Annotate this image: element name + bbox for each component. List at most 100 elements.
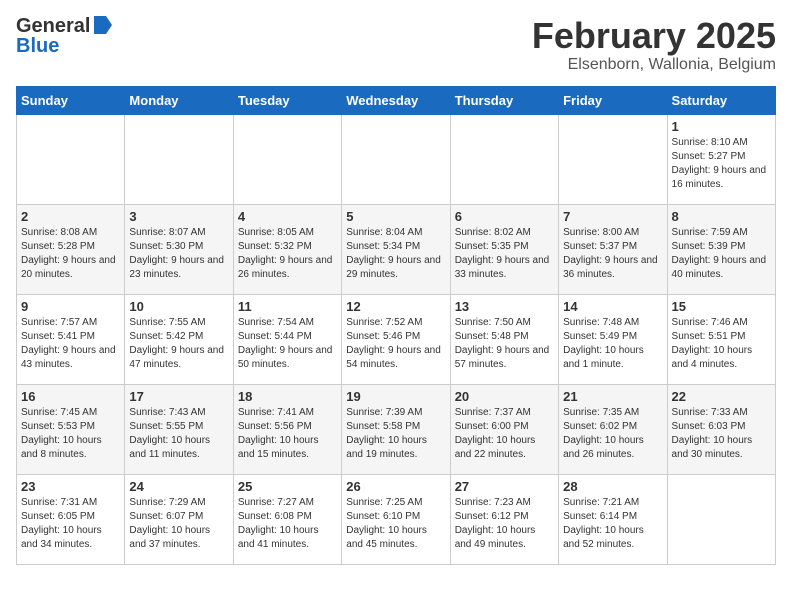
header-saturday: Saturday (667, 86, 775, 114)
day-number: 23 (21, 479, 120, 494)
day-info: Sunrise: 7:41 AM Sunset: 5:56 PM Dayligh… (238, 406, 337, 462)
day-info: Sunrise: 8:04 AM Sunset: 5:34 PM Dayligh… (346, 226, 445, 282)
table-row: 1 Sunrise: 8:10 AM Sunset: 5:27 PM Daylig… (667, 114, 775, 204)
table-row: 25Sunrise: 7:27 AM Sunset: 6:08 PM Dayli… (233, 474, 341, 564)
calendar-title: February 2025 (532, 16, 776, 56)
table-row: 28 Sunrise: 7:21 AM Sunset: 6:14 PM Dayli… (559, 474, 667, 564)
table-row (233, 114, 341, 204)
table-row: 18 Sunrise: 7:41 AM Sunset: 5:56 PM Dayli… (233, 384, 341, 474)
table-row: 26Sunrise: 7:25 AM Sunset: 6:10 PM Dayli… (342, 474, 450, 564)
day-info: Sunrise: 7:57 AM Sunset: 5:41 PM Dayligh… (21, 316, 120, 372)
day-number: 27 (455, 479, 554, 494)
logo-icon (92, 14, 114, 36)
table-row (342, 114, 450, 204)
calendar-table: Sunday Monday Tuesday Wednesday Thursday… (16, 86, 776, 565)
header-friday: Friday (559, 86, 667, 114)
logo: General Blue (16, 16, 114, 56)
table-row: 27 Sunrise: 7:23 AM Sunset: 6:12 PM Dayli… (450, 474, 558, 564)
header-tuesday: Tuesday (233, 86, 341, 114)
day-number: 11 (238, 299, 337, 314)
day-number: 15 (672, 299, 771, 314)
table-row: 20 Sunrise: 7:37 AM Sunset: 6:00 PM Dayli… (450, 384, 558, 474)
day-info: Sunrise: 7:52 AM Sunset: 5:46 PM Dayligh… (346, 316, 445, 372)
day-info: Sunrise: 7:29 AM Sunset: 6:07 PM Dayligh… (129, 496, 228, 552)
day-number: 10 (129, 299, 228, 314)
day-number: 3 (129, 209, 228, 224)
day-info: Sunrise: 7:46 AM Sunset: 5:51 PM Dayligh… (672, 316, 771, 372)
day-info: Sunrise: 7:21 AM Sunset: 6:14 PM Dayligh… (563, 496, 662, 552)
header-wednesday: Wednesday (342, 86, 450, 114)
table-row: 12 Sunrise: 7:52 AM Sunset: 5:46 PM Dayli… (342, 294, 450, 384)
day-info: Sunrise: 8:05 AM Sunset: 5:32 PM Dayligh… (238, 226, 337, 282)
day-number: 8 (672, 209, 771, 224)
day-number: 12 (346, 299, 445, 314)
table-row (667, 474, 775, 564)
day-info: Sunrise: 7:23 AM Sunset: 6:12 PM Dayligh… (455, 496, 554, 552)
calendar-week-row: 1 Sunrise: 8:10 AM Sunset: 5:27 PM Daylig… (17, 114, 776, 204)
table-row: 14 Sunrise: 7:48 AM Sunset: 5:49 PM Dayli… (559, 294, 667, 384)
table-row: 10 Sunrise: 7:55 AM Sunset: 5:42 PM Dayli… (125, 294, 233, 384)
table-row: 19 Sunrise: 7:39 AM Sunset: 5:58 PM Dayli… (342, 384, 450, 474)
day-number: 4 (238, 209, 337, 224)
day-number: 22 (672, 389, 771, 404)
day-number: 20 (455, 389, 554, 404)
day-info: Sunrise: 7:55 AM Sunset: 5:42 PM Dayligh… (129, 316, 228, 372)
day-info: Sunrise: 7:43 AM Sunset: 5:55 PM Dayligh… (129, 406, 228, 462)
day-number: 18 (238, 389, 337, 404)
day-number: 13 (455, 299, 554, 314)
day-number: 28 (563, 479, 662, 494)
table-row (125, 114, 233, 204)
day-info: Sunrise: 7:45 AM Sunset: 5:53 PM Dayligh… (21, 406, 120, 462)
table-row: 6 Sunrise: 8:02 AM Sunset: 5:35 PM Daylig… (450, 204, 558, 294)
day-info: Sunrise: 8:07 AM Sunset: 5:30 PM Dayligh… (129, 226, 228, 282)
day-info: Sunrise: 7:50 AM Sunset: 5:48 PM Dayligh… (455, 316, 554, 372)
day-number: 6 (455, 209, 554, 224)
table-row: 21Sunrise: 7:35 AM Sunset: 6:02 PM Dayli… (559, 384, 667, 474)
day-info: Sunrise: 7:33 AM Sunset: 6:03 PM Dayligh… (672, 406, 771, 462)
table-row: 9Sunrise: 7:57 AM Sunset: 5:41 PM Daylig… (17, 294, 125, 384)
day-number: 26 (346, 479, 445, 494)
day-number: 19 (346, 389, 445, 404)
page-header: General Blue February 2025 Elsenborn, Wa… (16, 16, 776, 74)
header-sunday: Sunday (17, 86, 125, 114)
day-info: Sunrise: 8:10 AM Sunset: 5:27 PM Dayligh… (672, 136, 771, 192)
logo-blue-text: Blue (16, 36, 59, 56)
day-info: Sunrise: 7:59 AM Sunset: 5:39 PM Dayligh… (672, 226, 771, 282)
day-number: 5 (346, 209, 445, 224)
table-row (450, 114, 558, 204)
calendar-week-row: 16 Sunrise: 7:45 AM Sunset: 5:53 PM Dayli… (17, 384, 776, 474)
table-row: 4 Sunrise: 8:05 AM Sunset: 5:32 PM Daylig… (233, 204, 341, 294)
calendar-week-row: 2 Sunrise: 8:08 AM Sunset: 5:28 PM Daylig… (17, 204, 776, 294)
day-info: Sunrise: 7:54 AM Sunset: 5:44 PM Dayligh… (238, 316, 337, 372)
day-info: Sunrise: 8:00 AM Sunset: 5:37 PM Dayligh… (563, 226, 662, 282)
table-row (17, 114, 125, 204)
day-info: Sunrise: 8:08 AM Sunset: 5:28 PM Dayligh… (21, 226, 120, 282)
table-row: 22 Sunrise: 7:33 AM Sunset: 6:03 PM Dayli… (667, 384, 775, 474)
day-number: 25 (238, 479, 337, 494)
table-row: 23Sunrise: 7:31 AM Sunset: 6:05 PM Dayli… (17, 474, 125, 564)
table-row: 16 Sunrise: 7:45 AM Sunset: 5:53 PM Dayli… (17, 384, 125, 474)
table-row: 2 Sunrise: 8:08 AM Sunset: 5:28 PM Daylig… (17, 204, 125, 294)
table-row: 24 Sunrise: 7:29 AM Sunset: 6:07 PM Dayli… (125, 474, 233, 564)
day-number: 14 (563, 299, 662, 314)
day-info: Sunrise: 7:39 AM Sunset: 5:58 PM Dayligh… (346, 406, 445, 462)
day-info: Sunrise: 8:02 AM Sunset: 5:35 PM Dayligh… (455, 226, 554, 282)
day-number: 21 (563, 389, 662, 404)
table-row: 15 Sunrise: 7:46 AM Sunset: 5:51 PM Dayli… (667, 294, 775, 384)
table-row (559, 114, 667, 204)
table-row: 5 Sunrise: 8:04 AM Sunset: 5:34 PM Daylig… (342, 204, 450, 294)
day-number: 17 (129, 389, 228, 404)
title-block: February 2025 Elsenborn, Wallonia, Belgi… (532, 16, 776, 74)
day-number: 16 (21, 389, 120, 404)
calendar-week-row: 23Sunrise: 7:31 AM Sunset: 6:05 PM Dayli… (17, 474, 776, 564)
day-number: 2 (21, 209, 120, 224)
day-number: 1 (672, 119, 771, 134)
day-info: Sunrise: 7:48 AM Sunset: 5:49 PM Dayligh… (563, 316, 662, 372)
table-row: 17 Sunrise: 7:43 AM Sunset: 5:55 PM Dayli… (125, 384, 233, 474)
day-number: 7 (563, 209, 662, 224)
table-row: 11 Sunrise: 7:54 AM Sunset: 5:44 PM Dayli… (233, 294, 341, 384)
header-thursday: Thursday (450, 86, 558, 114)
day-number: 24 (129, 479, 228, 494)
table-row: 3 Sunrise: 8:07 AM Sunset: 5:30 PM Daylig… (125, 204, 233, 294)
day-info: Sunrise: 7:37 AM Sunset: 6:00 PM Dayligh… (455, 406, 554, 462)
